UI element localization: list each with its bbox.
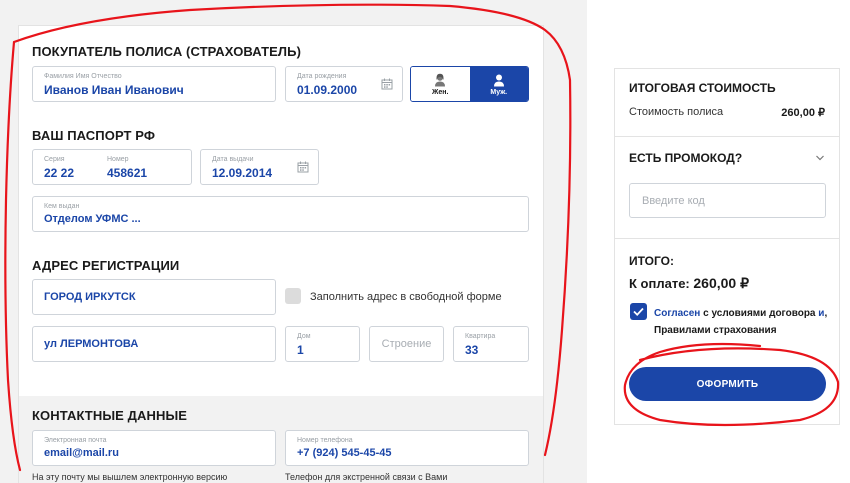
contacts-section-title: КОНТАКТНЫЕ ДАННЫЕ <box>32 408 188 423</box>
agree-text-part1: с условиями договора <box>700 308 819 319</box>
order-button[interactable]: ОФОРМИТЬ <box>629 367 826 401</box>
phone-field[interactable]: Номер телефона +7 (924) 545-45-45 <box>285 430 529 466</box>
city-value: ГОРОД ИРКУТСК <box>44 291 136 303</box>
divider <box>615 238 839 239</box>
agree-link[interactable]: Согласен <box>654 308 700 319</box>
pay-label: К оплате: <box>629 276 690 291</box>
policy-cost-label: Стоимость полиса <box>629 106 724 118</box>
passport-series-label: Серия <box>44 156 65 163</box>
promo-code-input[interactable]: Введите код <box>629 183 826 218</box>
pay-amount-row: К оплате: 260,00 ₽ <box>629 275 749 292</box>
issued-by-label: Кем выдан <box>44 203 80 210</box>
gender-toggle: Жен. Муж. <box>410 66 529 102</box>
building-placeholder: Строение <box>381 338 432 350</box>
issued-by-value: Отделом УФМС ... <box>44 213 141 225</box>
promo-title[interactable]: ЕСТЬ ПРОМОКОД? <box>629 151 742 165</box>
order-summary-card: ИТОГОВАЯ СТОИМОСТЬ Стоимость полиса 260,… <box>614 68 840 425</box>
passport-series-value: 22 22 <box>44 166 75 180</box>
street-field[interactable]: ул ЛЕРМОНТОВА <box>32 326 276 362</box>
issue-date-label: Дата выдачи <box>212 156 254 163</box>
pay-value: 260,00 ₽ <box>693 275 750 291</box>
email-label: Электронная почта <box>44 437 107 444</box>
house-field[interactable]: Дом 1 <box>285 326 360 362</box>
freeform-address-checkbox[interactable] <box>285 288 301 304</box>
birthdate-label: Дата рождения <box>297 73 347 80</box>
passport-issue-date-field[interactable]: Дата выдачи 12.09.2014 <box>200 149 319 185</box>
fullname-label: Фамилия Имя Отчество <box>44 73 122 80</box>
email-field[interactable]: Электронная почта email@mail.ru <box>32 430 276 466</box>
passport-series-number-field[interactable]: Серия 22 22 Номер 458621 <box>32 149 192 185</box>
passport-number-value: 458621 <box>107 166 148 180</box>
email-value: email@mail.ru <box>44 447 119 459</box>
passport-section-title: ВАШ ПАСПОРТ РФ <box>32 128 156 143</box>
city-field[interactable]: ГОРОД ИРКУТСК <box>32 279 276 315</box>
gender-male-button[interactable]: Муж. <box>469 67 528 101</box>
gender-female-label: Жен. <box>432 88 449 96</box>
birthdate-value: 01.09.2000 <box>297 83 358 97</box>
phone-note: Телефон для экстренной связи с Вами <box>285 472 448 482</box>
issue-date-value: 12.09.2014 <box>212 166 273 180</box>
calendar-icon[interactable] <box>297 161 309 173</box>
chevron-down-icon[interactable] <box>815 153 825 163</box>
checkmark-icon <box>633 307 644 316</box>
apartment-label: Квартира <box>465 333 496 340</box>
summary-title: ИТОГОВАЯ СТОИМОСТЬ <box>629 81 776 95</box>
house-label: Дом <box>297 333 311 340</box>
total-title: ИТОГО: <box>629 254 674 268</box>
issued-by-field[interactable]: Кем выдан Отделом УФМС ... <box>32 196 529 232</box>
building-field[interactable]: Строение <box>369 326 444 362</box>
street-value: ул ЛЕРМОНТОВА <box>44 338 139 350</box>
freeform-address-label: Заполнить адрес в свободной форме <box>310 291 502 303</box>
apartment-field[interactable]: Квартира 33 <box>453 326 529 362</box>
fullname-value: Иванов Иван Иванович <box>44 83 184 97</box>
phone-value: +7 (924) 545-45-45 <box>297 447 392 459</box>
female-avatar-icon <box>435 73 446 86</box>
calendar-icon[interactable] <box>381 78 393 90</box>
email-note: На эту почту мы вышлем электронную верси… <box>32 472 228 482</box>
agree-text: Согласен с условиями договора и, Правила… <box>654 305 834 339</box>
phone-label: Номер телефона <box>297 437 353 444</box>
policy-cost-value: 260,00 ₽ <box>781 107 825 119</box>
divider <box>615 136 839 137</box>
house-value: 1 <box>297 343 304 357</box>
apartment-value: 33 <box>465 343 479 357</box>
gender-male-label: Муж. <box>490 88 508 96</box>
male-avatar-icon <box>493 74 504 86</box>
fullname-field[interactable]: Фамилия Имя Отчество Иванов Иван Иванови… <box>32 66 276 102</box>
birthdate-field[interactable]: Дата рождения 01.09.2000 <box>285 66 403 102</box>
gender-female-button[interactable]: Жен. <box>411 67 470 101</box>
address-section-title: АДРЕС РЕГИСТРАЦИИ <box>32 258 180 273</box>
passport-number-label: Номер <box>107 156 129 163</box>
agree-checkbox[interactable] <box>630 303 647 320</box>
promo-code-placeholder: Введите код <box>642 194 705 207</box>
policyholder-section-title: ПОКУПАТЕЛЬ ПОЛИСА (СТРАХОВАТЕЛЬ) <box>32 44 302 59</box>
